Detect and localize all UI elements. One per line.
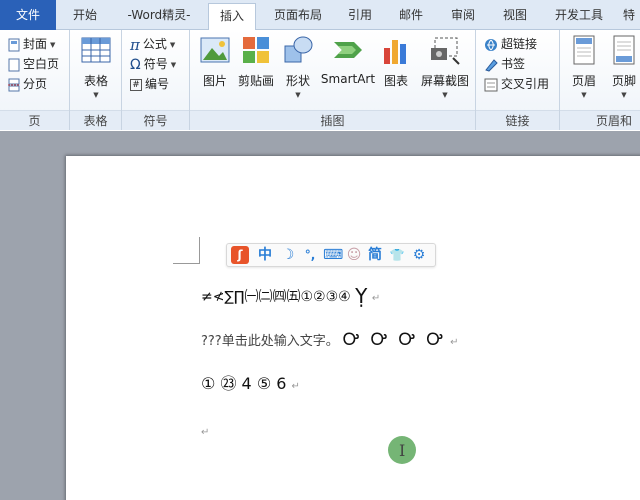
ime-skin-icon[interactable]: 👕 <box>387 246 407 264</box>
doc-line-symbols[interactable]: ≠≮∑∏㈠㈡㈣㈤①②③④ Ỵ ↵ <box>201 282 381 308</box>
smartart-icon <box>332 34 364 66</box>
paragraph-mark: ↵ <box>201 427 210 438</box>
group-label-tables: 表格 <box>70 110 121 130</box>
group-symbols: π 公式 ▼ Ω 符号 ▼ # 编号 符号 <box>122 30 190 130</box>
group-label-pages: 页 <box>0 110 69 130</box>
chevron-down-icon: ▼ <box>295 91 301 99</box>
blank-page-button[interactable]: 空白页 <box>8 54 59 74</box>
chevron-down-icon: ▼ <box>93 91 99 99</box>
doc-line-enclosed-numbers[interactable]: ① ㉓ 4 ⑤ 6 ↵ <box>201 370 300 394</box>
screenshot-icon <box>429 34 461 66</box>
ime-keyboard-icon[interactable]: ⌨ <box>323 246 343 264</box>
cover-page-icon <box>8 38 20 51</box>
tab-overflow[interactable]: 特 <box>618 3 640 30</box>
chart-button[interactable]: 图表 <box>380 34 412 89</box>
tab-developer[interactable]: 开发工具 <box>546 3 612 30</box>
header-button[interactable]: 页眉 ▼ <box>568 34 600 99</box>
ime-punctuation-icon[interactable]: °, <box>299 246 321 264</box>
blank-page-icon <box>8 58 20 71</box>
document-workspace[interactable] <box>0 131 640 500</box>
ribbon-insert: 封面 ▼ 空白页 分页 页 表格 ▼ 表格 π 公式 ▼ Ω 符号 ▼ # 编号 符号 <box>0 30 640 148</box>
pi-icon: π <box>130 35 140 54</box>
bookmark-icon <box>485 58 498 72</box>
tab-review[interactable]: 审阅 <box>440 3 486 30</box>
ime-moon-icon[interactable]: ☽ <box>279 246 297 264</box>
margin-corner-mark <box>173 237 200 264</box>
chevron-down-icon: ▼ <box>170 60 177 69</box>
footer-icon <box>608 34 640 66</box>
shapes-icon <box>282 34 314 66</box>
bookmark-button[interactable]: 书签 <box>484 54 525 74</box>
clipart-icon <box>240 34 272 66</box>
group-pages: 封面 ▼ 空白页 分页 页 <box>0 30 70 130</box>
ime-chinese-mode-toggle[interactable]: 中 <box>255 246 275 264</box>
table-icon <box>80 34 112 66</box>
hyperlink-icon <box>485 38 497 51</box>
tab-view[interactable]: 视图 <box>492 3 538 30</box>
chevron-down-icon: ▼ <box>621 91 627 99</box>
smartart-button[interactable]: SmartArt <box>320 34 376 86</box>
ime-settings-gear-icon[interactable]: ⚙ <box>409 246 429 264</box>
table-button[interactable]: 表格 ▼ <box>78 34 114 99</box>
cover-page-button[interactable]: 封面 ▼ <box>8 34 55 54</box>
document-page[interactable] <box>66 156 640 500</box>
clipart-button[interactable]: 剪贴画 <box>236 34 276 89</box>
group-label-illustrations: 插图 <box>190 110 475 130</box>
group-label-header-footer: 页眉和页 <box>560 110 640 148</box>
mouse-cursor-highlight: I <box>388 436 416 464</box>
numbering-button[interactable]: # 编号 <box>130 74 169 94</box>
tab-references[interactable]: 引用 <box>338 3 382 30</box>
picture-button[interactable]: 图片 <box>196 34 234 89</box>
equation-button[interactable]: π 公式 ▼ <box>130 34 175 54</box>
tab-page-layout[interactable]: 页面布局 <box>262 3 334 30</box>
ribbon-tab-bar: 文件 开始 -Word精灵- 插入 页面布局 引用 邮件 审阅 视图 开发工具 … <box>0 0 640 31</box>
doc-line-empty[interactable]: ↵ <box>201 424 209 438</box>
tab-word-wizard[interactable]: -Word精灵- <box>114 3 204 30</box>
tab-home[interactable]: 开始 <box>62 3 108 30</box>
tab-insert[interactable]: 插入 <box>208 3 256 31</box>
page-break-button[interactable]: 分页 <box>8 74 47 94</box>
cross-reference-button[interactable]: 交叉引用 <box>484 74 549 94</box>
chevron-down-icon: ▼ <box>442 91 448 99</box>
group-label-links: 链接 <box>476 110 559 130</box>
cross-reference-icon <box>484 78 498 91</box>
paragraph-mark: ↵ <box>291 381 300 392</box>
shapes-button[interactable]: 形状 ▼ <box>282 34 314 99</box>
doc-line-placeholder[interactable]: ???单击此处输入文字。 Ꭴ Ꭴ Ꭴ Ꭴ ↵ <box>201 330 458 350</box>
chevron-down-icon: ▼ <box>50 40 56 49</box>
group-tables: 表格 ▼ 表格 <box>70 30 122 130</box>
group-links: 超链接 书签 交叉引用 链接 <box>476 30 560 130</box>
ime-simplified-toggle[interactable]: 简 <box>365 246 385 264</box>
ime-toolbar[interactable]: ʃ 中 ☽ °, ⌨ ☺ 简 👕 ⚙ <box>226 243 436 267</box>
group-label-symbols: 符号 <box>122 110 189 130</box>
decorative-glyphs: Ꭴ Ꭴ Ꭴ Ꭴ <box>342 330 446 350</box>
ime-person-icon[interactable]: ☺ <box>345 246 363 264</box>
omega-icon: Ω <box>130 56 141 73</box>
tab-mailings[interactable]: 邮件 <box>388 3 434 30</box>
footer-button[interactable]: 页脚 ▼ <box>608 34 640 99</box>
screenshot-button[interactable]: 屏幕截图 ▼ <box>418 34 472 99</box>
ime-logo-icon[interactable]: ʃ <box>231 246 249 264</box>
picture-icon <box>199 34 231 66</box>
chevron-down-icon: ▼ <box>581 91 587 99</box>
ibeam-cursor-icon: I <box>399 441 406 460</box>
page-break-icon <box>8 78 20 91</box>
chart-icon <box>380 34 412 66</box>
hyperlink-button[interactable]: 超链接 <box>484 34 537 54</box>
header-icon <box>568 34 600 66</box>
chevron-down-icon: ▼ <box>169 40 176 49</box>
group-header-footer: 页眉 ▼ 页脚 ▼ 页眉和页 <box>560 30 640 148</box>
tab-file[interactable]: 文件 <box>0 0 56 30</box>
tuning-fork-glyph: Ỵ <box>355 284 368 308</box>
group-illustrations: 图片 剪贴画 形状 ▼ SmartArt 图表 屏幕截图 ▼ 插图 <box>190 30 476 130</box>
number-icon: # <box>130 78 142 91</box>
paragraph-mark: ↵ <box>450 337 459 348</box>
symbol-button[interactable]: Ω 符号 ▼ <box>130 54 176 74</box>
paragraph-mark: ↵ <box>371 293 381 304</box>
